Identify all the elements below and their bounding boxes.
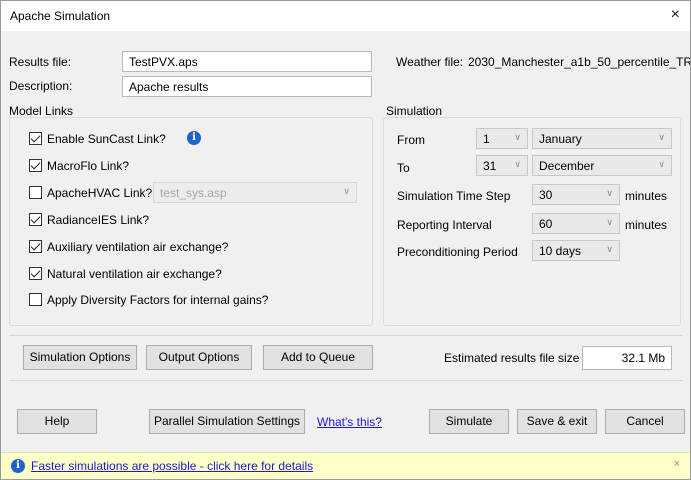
description-input[interactable]: Apache results	[122, 76, 372, 97]
infobar-close-icon[interactable]: ×	[674, 458, 680, 470]
weather-file-value: 2030_Manchester_a1b_50_percentile_TRY	[468, 55, 691, 69]
reporting-interval-select[interactable]: 60 ∨	[532, 213, 620, 234]
time-step-value: 30	[539, 188, 553, 202]
info-bar: i Faster simulations are possible - clic…	[1, 452, 690, 479]
to-month-value: December	[539, 159, 595, 173]
from-day-select[interactable]: 1 ∨	[476, 128, 528, 149]
to-day-select[interactable]: 31 ∨	[476, 155, 528, 176]
save-exit-button[interactable]: Save & exit	[517, 409, 597, 434]
preconditioning-label: Preconditioning Period	[397, 245, 518, 259]
separator	[9, 335, 683, 336]
chevron-down-icon: ∨	[606, 217, 613, 227]
description-label: Description:	[9, 79, 73, 93]
info-icon: i	[11, 459, 25, 473]
parallel-settings-button[interactable]: Parallel Simulation Settings	[149, 409, 305, 434]
macroflo-checkbox[interactable]	[29, 159, 42, 172]
estimated-size-value: 32.1 Mb	[582, 346, 672, 370]
to-month-select[interactable]: December ∨	[532, 155, 672, 176]
from-label: From	[397, 133, 425, 147]
from-month-value: January	[539, 132, 582, 146]
cancel-button[interactable]: Cancel	[605, 409, 685, 434]
reporting-interval-label: Reporting Interval	[397, 218, 492, 232]
radiance-checkbox[interactable]	[29, 213, 42, 226]
time-step-label: Simulation Time Step	[397, 189, 511, 203]
simulation-options-button[interactable]: Simulation Options	[23, 345, 137, 370]
simulate-button[interactable]: Simulate	[429, 409, 509, 434]
title-bar: Apache Simulation ×	[1, 1, 690, 31]
macroflo-label: MacroFlo Link?	[47, 159, 130, 173]
output-options-button[interactable]: Output Options	[146, 345, 252, 370]
results-file-input[interactable]: TestPVX.aps	[122, 51, 372, 72]
chevron-down-icon: ∨	[514, 132, 521, 142]
close-icon[interactable]: ×	[671, 6, 680, 24]
chevron-down-icon: ∨	[514, 159, 521, 169]
faster-simulations-link[interactable]: Faster simulations are possible - click …	[31, 459, 313, 473]
diversity-factors-checkbox[interactable]	[29, 293, 42, 306]
natural-ventilation-checkbox[interactable]	[29, 267, 42, 280]
apachehvac-label: ApacheHVAC Link?	[47, 186, 153, 200]
suncast-label: Enable SunCast Link?	[47, 132, 166, 146]
add-to-queue-button[interactable]: Add to Queue	[263, 345, 373, 370]
weather-file-label: Weather file:	[396, 55, 464, 69]
info-icon[interactable]: i	[187, 131, 201, 145]
from-day-value: 1	[483, 132, 490, 146]
radiance-label: RadianceIES Link?	[47, 213, 150, 227]
hvac-file-select: test_sys.asp ∨	[153, 182, 357, 203]
estimated-size-label: Estimated results file size	[444, 351, 580, 365]
preconditioning-value: 10 days	[539, 244, 582, 258]
diversity-factors-label: Apply Diversity Factors for internal gai…	[47, 293, 269, 307]
results-file-label: Results file:	[9, 55, 72, 69]
separator	[9, 380, 683, 381]
natural-ventilation-label: Natural ventilation air exchange?	[47, 267, 222, 281]
to-day-value: 31	[483, 159, 497, 173]
to-label: To	[397, 161, 410, 175]
time-step-unit: minutes	[625, 189, 668, 203]
aux-ventilation-label: Auxiliary ventilation air exchange?	[47, 240, 229, 254]
chevron-down-icon: ∨	[658, 159, 665, 169]
time-step-select[interactable]: 30 ∨	[532, 184, 620, 205]
suncast-checkbox[interactable]	[29, 132, 42, 145]
aux-ventilation-checkbox[interactable]	[29, 240, 42, 253]
whats-this-link[interactable]: What's this?	[317, 415, 382, 429]
preconditioning-select[interactable]: 10 days ∨	[532, 240, 620, 261]
chevron-down-icon: ∨	[343, 186, 350, 196]
apachehvac-checkbox[interactable]	[29, 186, 42, 199]
model-links-title: Model Links	[9, 104, 74, 118]
window-title: Apache Simulation	[10, 9, 111, 23]
chevron-down-icon: ∨	[606, 188, 613, 198]
reporting-interval-unit: minutes	[625, 218, 668, 232]
chevron-down-icon: ∨	[606, 244, 613, 254]
help-button[interactable]: Help	[17, 409, 97, 434]
chevron-down-icon: ∨	[658, 132, 665, 142]
hvac-file-value: test_sys.asp	[160, 186, 227, 200]
apache-simulation-dialog: Apache Simulation × Results file: TestPV…	[0, 0, 691, 480]
reporting-interval-value: 60	[539, 217, 553, 231]
from-month-select[interactable]: January ∨	[532, 128, 672, 149]
simulation-title: Simulation	[386, 104, 443, 118]
